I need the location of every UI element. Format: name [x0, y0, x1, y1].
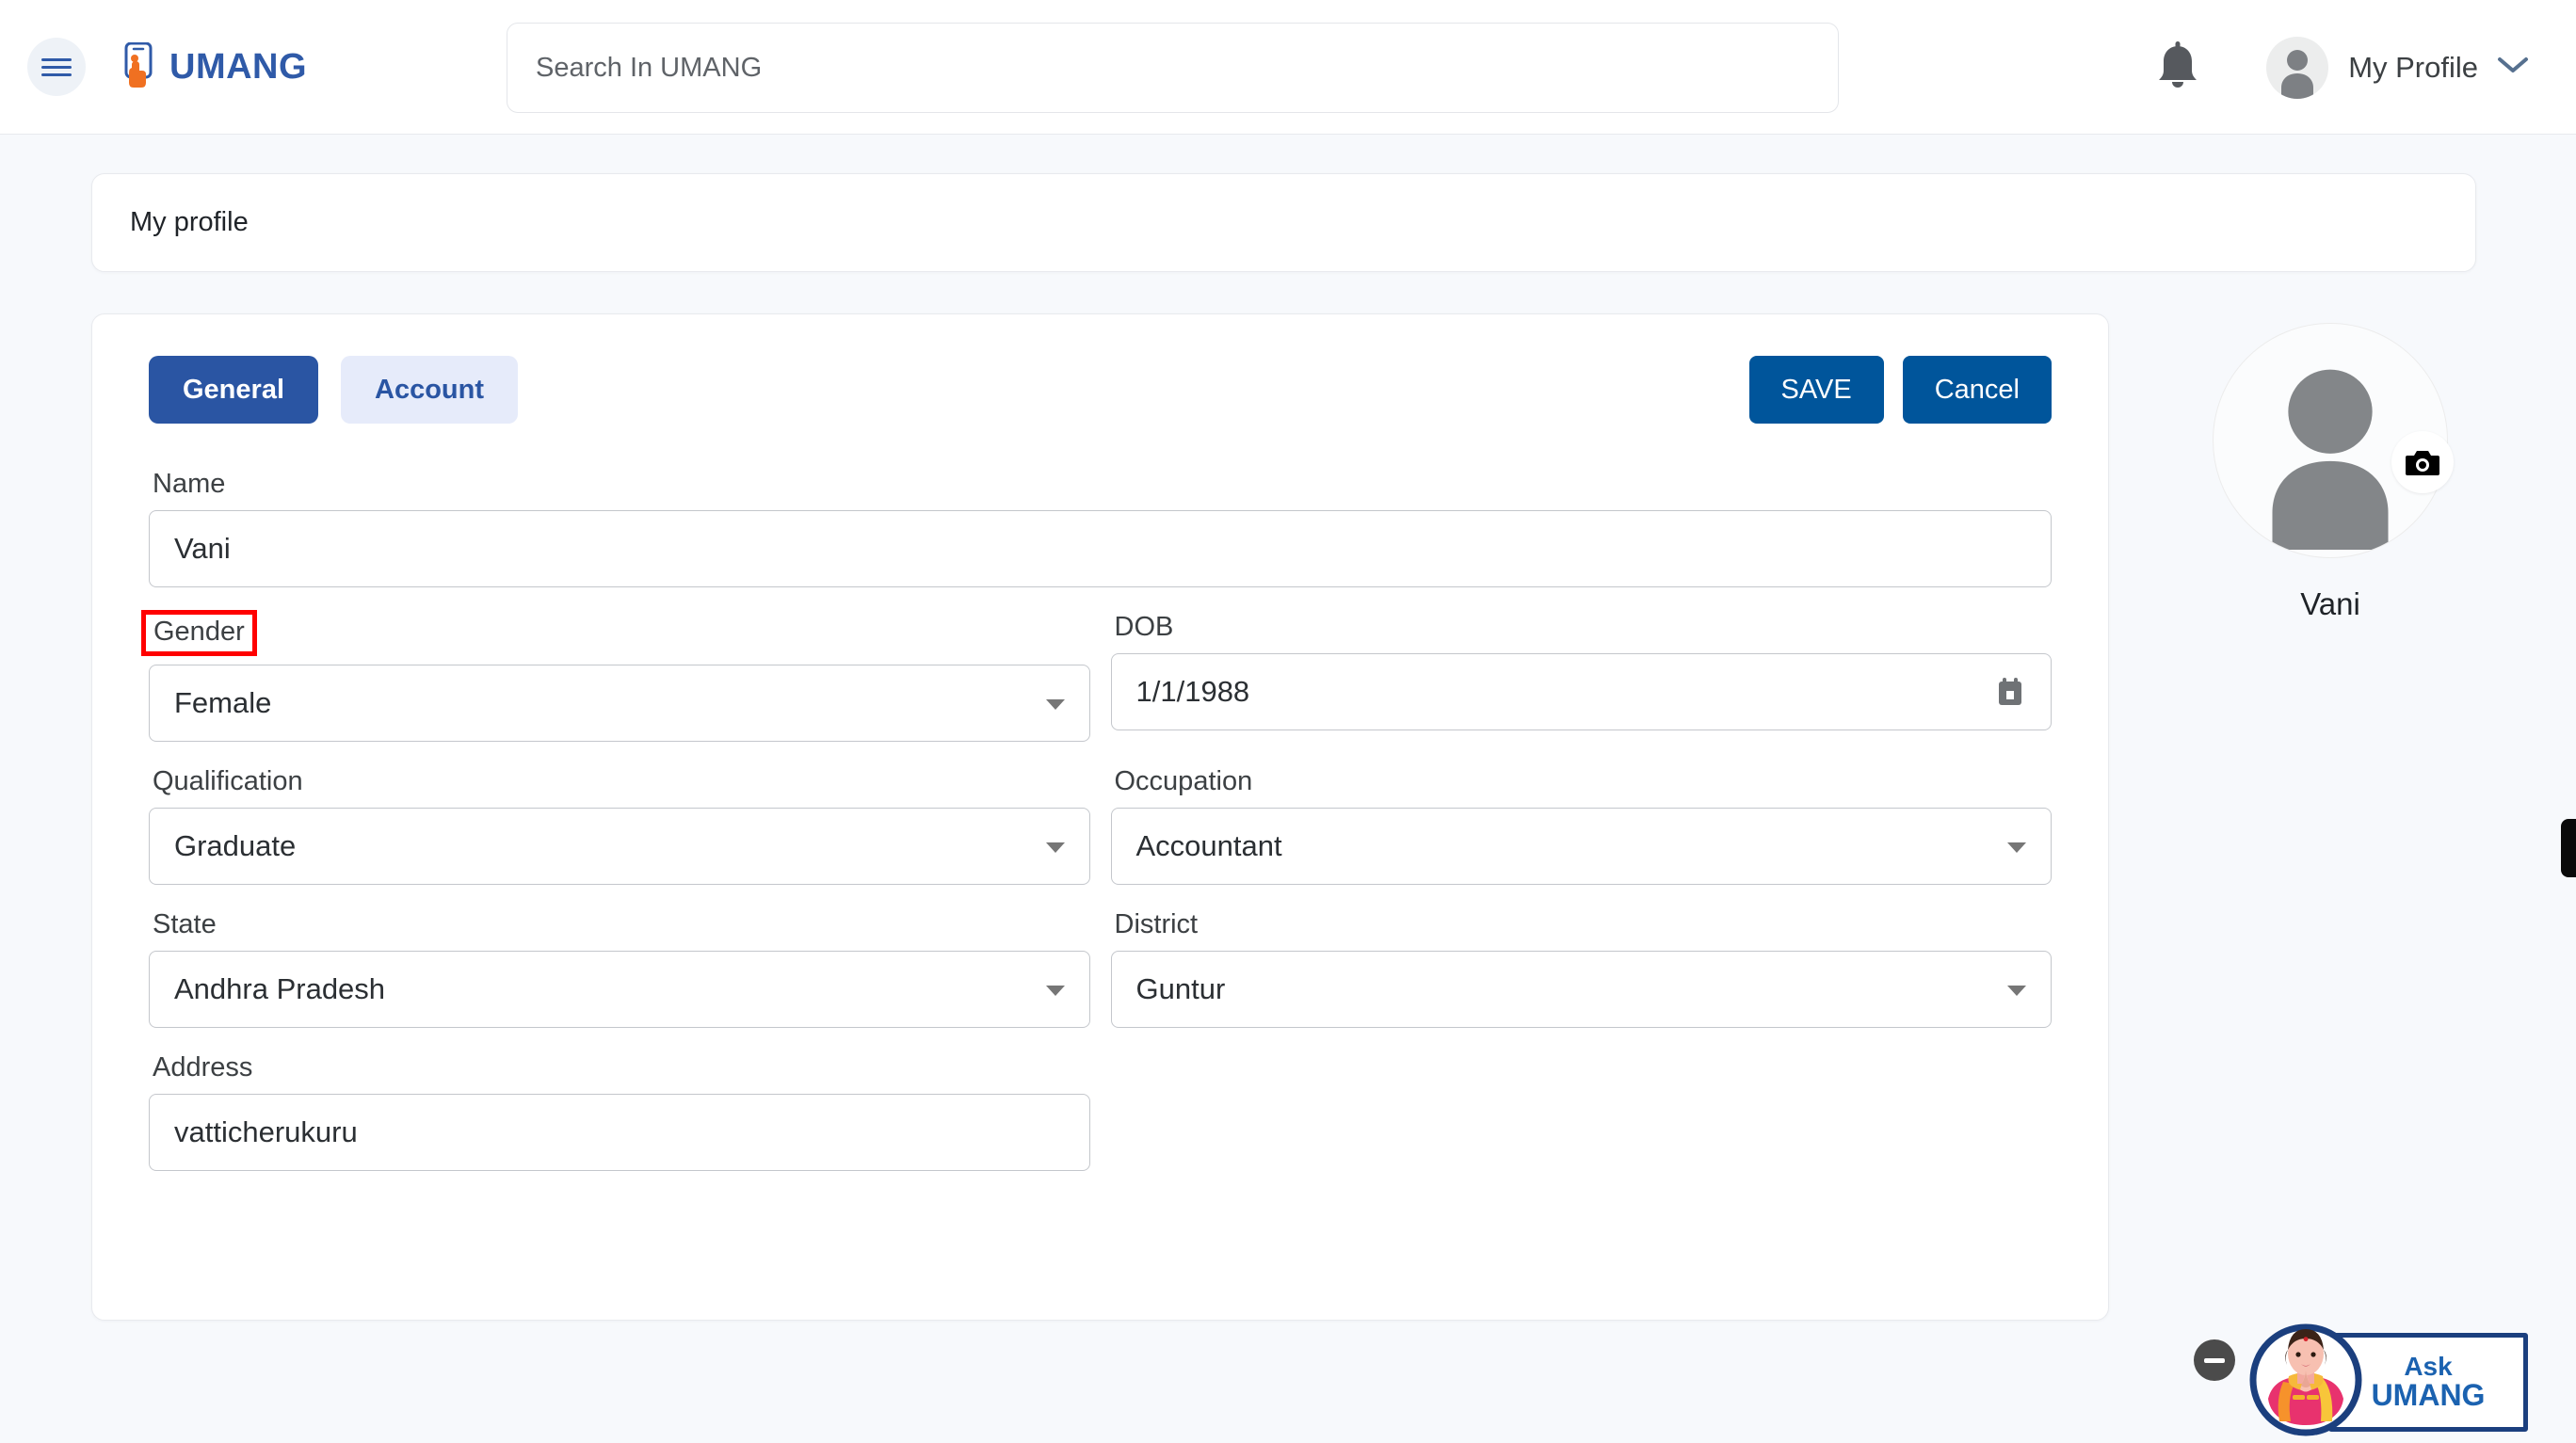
name-input[interactable]: Vani — [149, 510, 2052, 587]
right-edge-handle[interactable] — [2561, 819, 2576, 877]
form-header: General Account SAVE Cancel — [149, 356, 2052, 424]
profile-tabs: General Account — [149, 356, 518, 424]
occupation-value: Accountant — [1135, 829, 1282, 862]
address-value: vatticherukuru — [174, 1115, 358, 1148]
top-navigation-bar: UMANG My Profile — [0, 0, 2576, 135]
field-state: State Andhra Pradesh — [149, 907, 1090, 1028]
occupation-label: Occupation — [1114, 766, 1253, 796]
hamburger-icon — [41, 54, 72, 81]
save-button[interactable]: SAVE — [1748, 356, 1884, 424]
chevron-down-icon — [2497, 56, 2529, 79]
qualification-label: Qualification — [153, 766, 303, 796]
field-district: District Guntur — [1110, 907, 2052, 1028]
dob-input[interactable]: 1/1/1988 — [1110, 653, 2052, 730]
avatar — [2266, 36, 2329, 99]
notifications-button[interactable] — [2151, 39, 2204, 97]
qualification-value: Graduate — [174, 829, 297, 862]
field-qualification: Qualification Graduate — [149, 764, 1090, 885]
address-input[interactable]: vatticherukuru — [149, 1094, 1090, 1171]
ask-umang-avatar[interactable] — [2246, 1316, 2366, 1438]
profile-menu-label: My Profile — [2348, 50, 2478, 84]
gender-value: Female — [174, 686, 272, 719]
chevron-down-icon — [2007, 986, 2026, 996]
gender-select[interactable]: Female — [149, 665, 1090, 742]
change-photo-button[interactable] — [2391, 431, 2454, 493]
chevron-down-icon — [1045, 986, 1065, 996]
calendar-icon[interactable] — [1996, 678, 2024, 712]
search-input[interactable] — [536, 52, 1810, 84]
field-gender: Gender Female — [141, 610, 1090, 742]
profile-form-card: General Account SAVE Cancel Name Vani Ge… — [91, 313, 2109, 1321]
brand-name: UMANG — [169, 46, 308, 87]
form-row-state-district: State Andhra Pradesh District Guntur — [149, 907, 2052, 1028]
search-bar[interactable] — [507, 23, 1839, 113]
state-value: Andhra Pradesh — [174, 972, 386, 1005]
field-dob: DOB 1/1/1988 — [1110, 610, 2052, 742]
address-label: Address — [153, 1052, 253, 1082]
umang-phone-hand-icon — [119, 41, 160, 91]
name-value: Vani — [174, 532, 231, 565]
minimize-icon — [2204, 1357, 2225, 1363]
form-row-qualification-occupation: Qualification Graduate Occupation Accoun… — [149, 764, 2052, 885]
umang-logo[interactable]: UMANG — [119, 41, 308, 91]
state-label: State — [153, 909, 217, 939]
form-row-gender-dob: Gender Female DOB 1/1/1988 — [141, 610, 2052, 742]
name-label: Name — [153, 469, 226, 499]
chevron-down-icon — [2007, 842, 2026, 853]
district-select[interactable]: Guntur — [1110, 951, 2052, 1028]
topbar-right-cluster: My Profile — [2151, 0, 2529, 135]
occupation-select[interactable]: Accountant — [1110, 808, 2052, 885]
dob-value: 1/1/1988 — [1135, 675, 1250, 708]
qualification-select[interactable]: Graduate — [149, 808, 1090, 885]
form-actions: SAVE Cancel — [1748, 356, 2052, 424]
district-label: District — [1114, 909, 1199, 939]
field-occupation: Occupation Accountant — [1110, 764, 2052, 885]
person-avatar-icon — [2281, 49, 2314, 99]
field-name: Name Vani — [149, 467, 2052, 587]
ask-umang-line2: UMANG — [2371, 1378, 2486, 1413]
tab-general[interactable]: General — [149, 356, 318, 424]
district-value: Guntur — [1135, 972, 1226, 1005]
camera-icon — [2406, 451, 2439, 475]
tab-account[interactable]: Account — [341, 356, 518, 424]
form-fields: Name Vani Gender Female DOB 1/1/1988 Qua… — [141, 467, 2052, 1171]
gender-label: Gender — [141, 610, 257, 656]
ask-umang-line1: Ask — [2404, 1352, 2453, 1381]
chevron-down-icon — [1045, 842, 1065, 853]
profile-menu-button[interactable]: My Profile — [2266, 36, 2529, 99]
ask-umang-widget: Ask UMANG — [2194, 1316, 2528, 1438]
page-content: My profile General Account SAVE Cancel N… — [0, 135, 2576, 1436]
form-row-name: Name Vani — [149, 467, 2052, 587]
page-title-card: My profile — [91, 173, 2476, 272]
field-address: Address vatticherukuru — [149, 1050, 1090, 1171]
form-row-address: Address vatticherukuru — [149, 1050, 2052, 1171]
bell-icon — [2159, 40, 2198, 88]
chevron-down-icon — [1045, 699, 1065, 710]
state-select[interactable]: Andhra Pradesh — [149, 951, 1090, 1028]
page-title: My profile — [130, 207, 249, 237]
dob-label: DOB — [1114, 612, 1174, 642]
profile-panel-name: Vani — [2300, 586, 2360, 621]
cancel-button[interactable]: Cancel — [1902, 356, 2052, 424]
minimize-chat-button[interactable] — [2194, 1339, 2235, 1381]
menu-toggle-button[interactable] — [27, 38, 86, 96]
